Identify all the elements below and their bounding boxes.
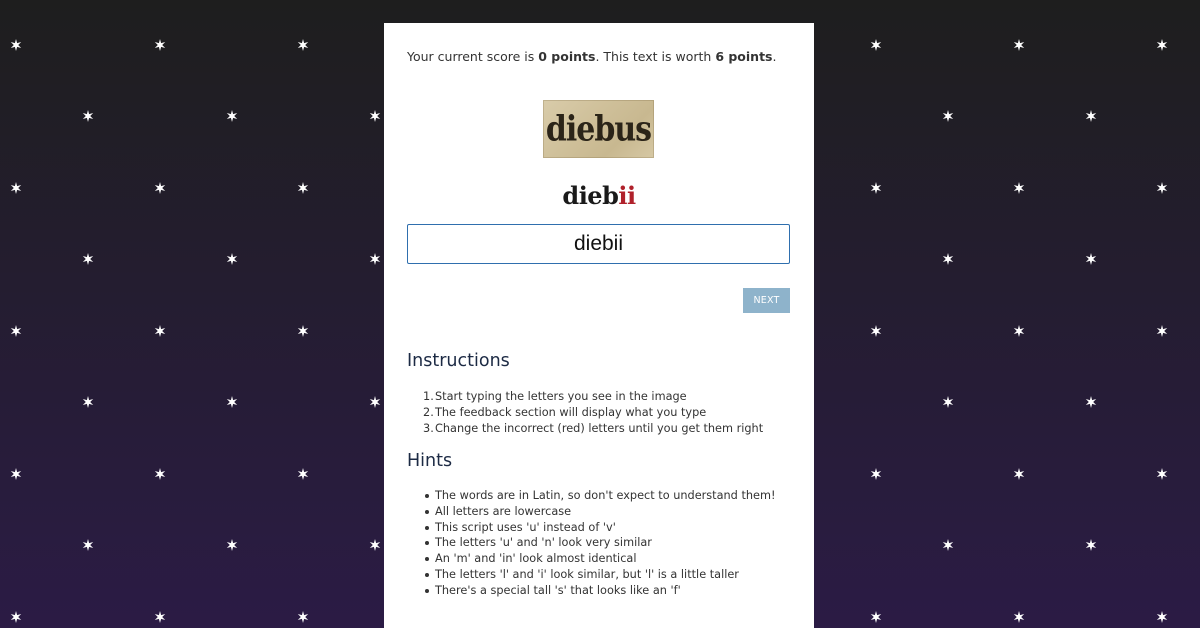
next-button[interactable]: NEXT [743,288,790,313]
six-point-star-icon [1156,182,1168,194]
instructions-heading: Instructions [407,351,510,371]
six-point-star-icon [226,110,238,122]
six-point-star-icon [1013,39,1025,51]
six-point-star-icon [1085,253,1097,265]
six-point-star-icon [82,253,94,265]
instruction-item: Change the incorrect (red) letters until… [423,421,764,437]
instruction-item: The feedback section will display what y… [423,405,707,421]
six-point-star-icon [154,468,166,480]
six-point-star-icon [1156,611,1168,623]
six-point-star-icon [297,182,309,194]
manuscript-word-image: diebus [543,100,654,158]
six-point-star-icon [10,325,22,337]
six-point-star-icon [870,182,882,194]
current-score-value: 0 points [538,49,596,64]
six-point-star-icon [82,396,94,408]
score-suffix: . [772,49,777,64]
six-point-star-icon [942,539,954,551]
transcription-card: Your current score is 0 points. This tex… [384,23,814,628]
six-point-star-icon [10,182,22,194]
feedback-incorrect-letters: ii [618,181,636,210]
six-point-star-icon [297,39,309,51]
six-point-star-icon [1156,39,1168,51]
hints-list: The words are in Latin, so don't expect … [425,488,776,599]
six-point-star-icon [1085,396,1097,408]
six-point-star-icon [942,110,954,122]
six-point-star-icon [297,468,309,480]
six-point-star-icon [226,396,238,408]
score-line: Your current score is 0 points. This tex… [407,49,776,64]
six-point-star-icon [82,110,94,122]
manuscript-word-text: diebus [545,108,652,150]
hint-item: The letters 'u' and 'n' look very simila… [425,535,776,551]
six-point-star-icon [82,539,94,551]
six-point-star-icon [1013,325,1025,337]
six-point-star-icon [10,611,22,623]
six-point-star-icon [1085,539,1097,551]
hint-item: This script uses 'u' instead of 'v' [425,520,776,536]
six-point-star-icon [369,396,381,408]
six-point-star-icon [154,39,166,51]
six-point-star-icon [1013,468,1025,480]
feedback-correct-letters: dieb [562,181,619,210]
six-point-star-icon [154,182,166,194]
six-point-star-icon [1156,468,1168,480]
six-point-star-icon [369,110,381,122]
six-point-star-icon [870,325,882,337]
feedback-display: diebii [384,181,814,210]
six-point-star-icon [942,253,954,265]
hint-item: All letters are lowercase [425,504,776,520]
six-point-star-icon [1013,611,1025,623]
six-point-star-icon [10,468,22,480]
six-point-star-icon [154,325,166,337]
six-point-star-icon [154,611,166,623]
six-point-star-icon [297,611,309,623]
score-prefix: Your current score is [407,49,539,64]
six-point-star-icon [870,39,882,51]
six-point-star-icon [942,396,954,408]
score-middle: . This text is worth [595,49,716,64]
six-point-star-icon [297,325,309,337]
six-point-star-icon [226,253,238,265]
answer-input[interactable] [407,224,790,264]
hint-item: The letters 'l' and 'i' look similar, bu… [425,567,776,583]
hint-item: An 'm' and 'in' look almost identical [425,551,776,567]
six-point-star-icon [10,39,22,51]
hints-heading: Hints [407,451,453,471]
six-point-star-icon [1013,182,1025,194]
six-point-star-icon [369,539,381,551]
six-point-star-icon [226,539,238,551]
instruction-item: Start typing the letters you see in the … [423,389,687,405]
six-point-star-icon [369,253,381,265]
six-point-star-icon [1156,325,1168,337]
six-point-star-icon [870,611,882,623]
hint-item: There's a special tall 's' that looks li… [425,583,776,599]
instructions-list: Start typing the letters you see in the … [423,389,764,437]
text-worth-value: 6 points [715,49,773,64]
hint-item: The words are in Latin, so don't expect … [425,489,776,502]
six-point-star-icon [1085,110,1097,122]
six-point-star-icon [870,468,882,480]
